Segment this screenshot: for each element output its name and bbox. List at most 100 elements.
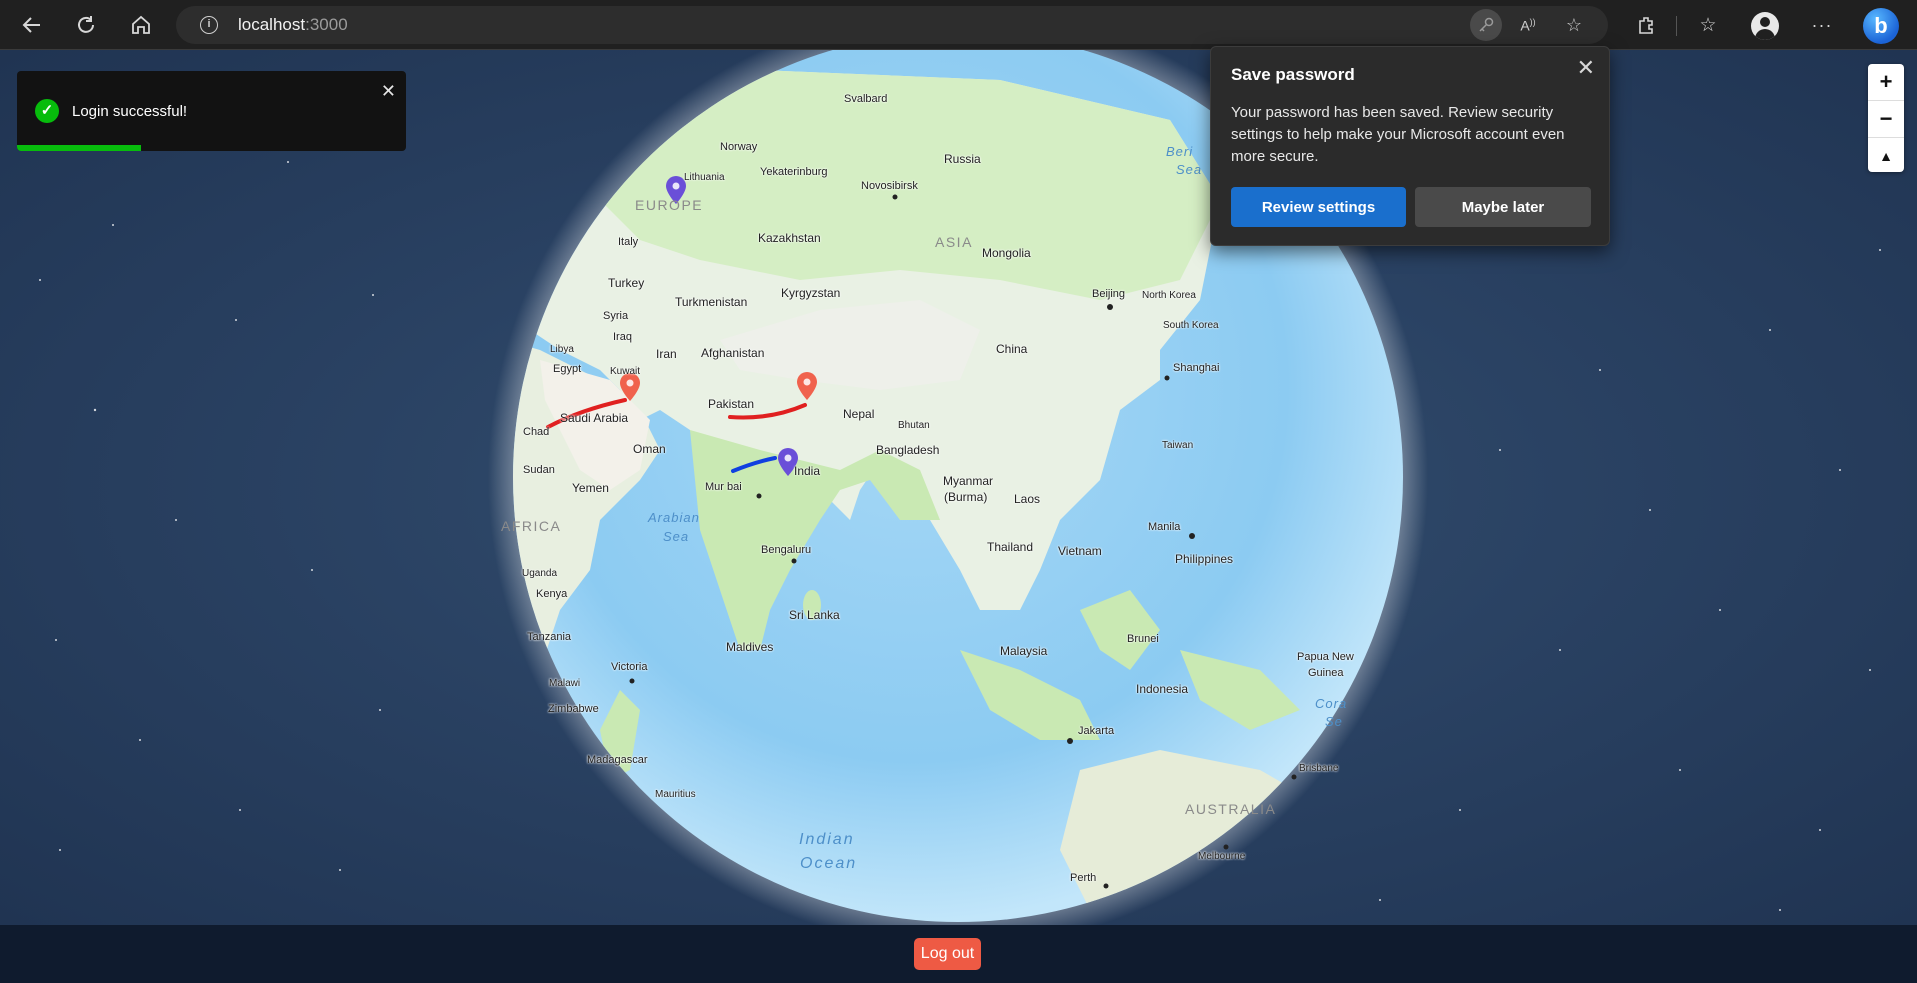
label-mauritius: Mauritius xyxy=(655,789,696,800)
label-mumbai: Mur bai xyxy=(705,481,742,493)
save-password-popup: Save password ✕ Your password has been s… xyxy=(1210,46,1610,246)
maybe-later-button[interactable]: Maybe later xyxy=(1415,187,1591,227)
label-saudi-arabia: Saudi Arabia xyxy=(560,411,629,425)
toast-close-icon[interactable]: ✕ xyxy=(381,81,396,102)
label-papua-1: Papua New xyxy=(1297,651,1354,663)
label-bering-sea-1: Beri xyxy=(1166,144,1194,159)
label-victoria: Victoria xyxy=(611,661,648,673)
favorites-icon[interactable]: ☆ xyxy=(1692,9,1724,41)
label-brunei: Brunei xyxy=(1127,633,1159,645)
label-madagascar: Madagascar xyxy=(587,754,648,766)
label-kuwait: Kuwait xyxy=(610,366,641,377)
label-perth: Perth xyxy=(1070,872,1097,884)
more-options-icon[interactable]: ··· xyxy=(1806,9,1838,41)
review-settings-button[interactable]: Review settings xyxy=(1231,187,1406,227)
label-myanmar: Myanmar xyxy=(943,474,994,488)
label-south-korea: South Korea xyxy=(1163,320,1219,331)
label-chad: Chad xyxy=(523,426,550,438)
label-philippines: Philippines xyxy=(1175,552,1234,566)
label-kyrgyzstan: Kyrgyzstan xyxy=(781,286,841,300)
label-pakistan: Pakistan xyxy=(708,397,755,411)
label-zimbabwe: Zimbabwe xyxy=(548,703,599,715)
label-indian-ocean-1: Indian xyxy=(799,831,855,848)
add-favorite-icon[interactable]: ☆ xyxy=(1558,9,1590,41)
label-turkey: Turkey xyxy=(608,276,645,290)
popup-title: Save password xyxy=(1231,65,1355,84)
zoom-out-button[interactable]: − xyxy=(1868,101,1904,138)
refresh-icon[interactable] xyxy=(70,9,102,41)
label-nepal: Nepal xyxy=(843,407,875,421)
label-region-australia: AUSTRALIA xyxy=(1185,801,1277,817)
label-bhutan: Bhutan xyxy=(898,420,930,431)
label-north-korea: North Korea xyxy=(1142,290,1196,301)
footer-bar: Log out xyxy=(0,925,1917,983)
label-papua-2: Guinea xyxy=(1308,667,1344,679)
profile-avatar[interactable] xyxy=(1751,12,1779,40)
label-taiwan: Taiwan xyxy=(1162,440,1194,451)
label-thailand: Thailand xyxy=(987,540,1034,554)
popup-close-icon[interactable]: ✕ xyxy=(1577,55,1595,81)
label-vietnam: Vietnam xyxy=(1058,544,1102,558)
read-aloud-icon[interactable]: A)) xyxy=(1512,9,1544,41)
label-region-europe: EUROPE xyxy=(635,197,704,213)
extensions-icon[interactable] xyxy=(1630,9,1662,41)
label-norway: Norway xyxy=(720,141,758,153)
label-region-africa: AFRICA xyxy=(501,518,562,534)
label-egypt: Egypt xyxy=(553,363,582,375)
label-china: China xyxy=(996,342,1028,356)
label-malaysia: Malaysia xyxy=(1000,644,1048,658)
label-libya: Libya xyxy=(550,344,574,355)
label-region-asia: ASIA xyxy=(935,234,973,250)
success-check-icon: ✓ xyxy=(35,99,59,123)
label-shanghai: Shanghai xyxy=(1173,362,1220,374)
label-coral-sea-1: Cora xyxy=(1315,696,1348,711)
label-india: India xyxy=(794,464,821,478)
label-turkmenistan: Turkmenistan xyxy=(675,295,748,309)
zoom-controls: + − ▲ xyxy=(1868,64,1904,172)
home-icon[interactable] xyxy=(125,9,157,41)
label-tanzania: Tanzania xyxy=(527,631,572,643)
popup-body: Your password has been saved. Review sec… xyxy=(1231,104,1565,165)
password-key-icon[interactable] xyxy=(1470,9,1502,41)
label-indonesia: Indonesia xyxy=(1136,682,1189,696)
label-uganda: Uganda xyxy=(522,568,558,579)
browser-toolbar: i localhost:3000 A)) ☆ ☆ ··· b xyxy=(0,0,1917,50)
label-laos: Laos xyxy=(1014,492,1041,506)
zoom-in-button[interactable]: + xyxy=(1868,64,1904,101)
toast-progress-bar xyxy=(17,145,142,151)
map-view[interactable]: Svalbard Norway Lithuania Yekaterinburg … xyxy=(0,50,1917,925)
toast-message: Login successful! xyxy=(72,103,188,120)
label-syria: Syria xyxy=(603,310,629,322)
label-sudan: Sudan xyxy=(523,464,555,476)
login-success-toast: ✓ Login successful! ✕ xyxy=(17,71,406,151)
logout-button[interactable]: Log out xyxy=(914,938,981,970)
label-brisbane: Brisbane xyxy=(1299,763,1339,774)
label-iran: Iran xyxy=(656,347,677,361)
label-yekaterinburg: Yekaterinburg xyxy=(760,166,828,178)
label-bering-sea-2: Sea xyxy=(1176,162,1203,177)
label-novosibirsk: Novosibirsk xyxy=(861,180,918,192)
label-coral-sea-2: Se xyxy=(1325,714,1343,729)
label-bangladesh: Bangladesh xyxy=(876,443,940,457)
compass-reset-button[interactable]: ▲ xyxy=(1868,138,1904,174)
bing-copilot-icon[interactable]: b xyxy=(1863,8,1899,44)
label-russia: Russia xyxy=(944,152,981,166)
toolbar-divider xyxy=(1676,16,1677,36)
label-melbourne: Melbourne xyxy=(1198,851,1246,862)
label-kenya: Kenya xyxy=(536,588,568,600)
label-kazakhstan: Kazakhstan xyxy=(758,231,821,245)
address-url: localhost:3000 xyxy=(238,15,348,34)
label-afghanistan: Afghanistan xyxy=(701,346,765,360)
site-info-icon[interactable]: i xyxy=(200,16,218,34)
label-bengaluru: Bengaluru xyxy=(761,544,812,556)
label-arabian-sea-1: Arabian xyxy=(648,510,700,525)
label-lithuania: Lithuania xyxy=(684,172,725,183)
back-icon[interactable] xyxy=(16,9,48,41)
label-malawi: Malawi xyxy=(549,678,581,689)
label-indian-ocean-2: Ocean xyxy=(800,855,858,872)
label-manila: Manila xyxy=(1148,521,1181,533)
label-svalbard: Svalbard xyxy=(844,93,888,105)
label-iraq: Iraq xyxy=(613,331,632,343)
label-sri-lanka: Sri Lanka xyxy=(789,608,840,622)
address-bar[interactable]: i localhost:3000 A)) ☆ xyxy=(176,6,1608,44)
